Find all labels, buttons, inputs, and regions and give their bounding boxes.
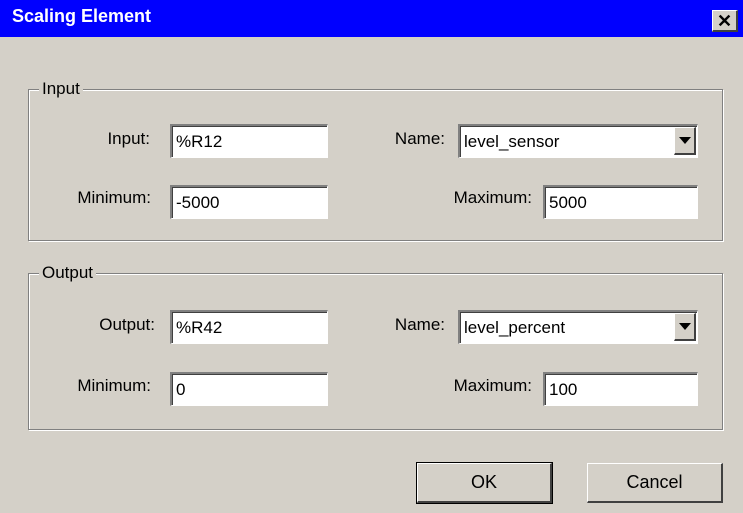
output-address-value: %R42 (176, 318, 223, 337)
close-icon: ✕ (716, 10, 733, 31)
ok-button[interactable]: OK (416, 462, 553, 504)
input-minimum-field[interactable]: -5000 (170, 185, 328, 219)
chevron-down-icon (678, 137, 691, 144)
chevron-down-icon (678, 323, 691, 330)
input-name-label: Name: (394, 129, 445, 148)
output-name-value: level_percent (464, 318, 566, 337)
output-name-dropdown-button[interactable] (674, 313, 696, 341)
input-name-value: level_sensor (464, 132, 560, 151)
output-group-label: Output (39, 263, 97, 283)
output-name-combo[interactable]: level_percent (458, 310, 698, 344)
input-name-combo[interactable]: level_sensor (458, 124, 698, 158)
close-button[interactable]: ✕ (712, 10, 738, 32)
input-minimum-value: -5000 (176, 193, 220, 212)
input-maximum-field[interactable]: 5000 (543, 185, 698, 219)
output-address-field[interactable]: %R42 (170, 310, 328, 344)
input-group-label: Input (39, 79, 83, 99)
input-name-dropdown-button[interactable] (674, 127, 696, 155)
output-maximum-label: Maximum: (453, 376, 532, 395)
output-minimum-value: 0 (176, 380, 186, 399)
output-minimum-field[interactable]: 0 (170, 372, 328, 406)
input-address-value: %R12 (176, 132, 223, 151)
output-maximum-field[interactable]: 100 (543, 372, 698, 406)
input-address-field[interactable]: %R12 (170, 124, 328, 158)
input-maximum-value: 5000 (549, 193, 587, 212)
output-name-label: Name: (394, 315, 445, 334)
window-title: Scaling Element (12, 6, 152, 26)
scaling-element-dialog: Scaling Element ✕ Input Input: %R12 Name… (0, 0, 743, 513)
cancel-button[interactable]: Cancel (587, 463, 723, 503)
input-maximum-label: Maximum: (453, 188, 532, 207)
output-address-label: Output: (99, 315, 155, 334)
output-maximum-value: 100 (549, 380, 578, 399)
title-bar[interactable]: Scaling Element ✕ (0, 0, 743, 37)
output-minimum-label: Minimum: (77, 376, 151, 395)
input-minimum-label: Minimum: (77, 188, 151, 207)
output-groupbox: Output (28, 263, 723, 430)
input-address-label: Input: (107, 129, 150, 148)
